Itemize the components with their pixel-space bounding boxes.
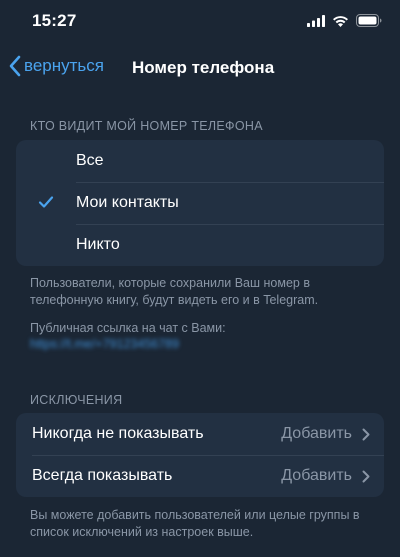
never-show-add-label: Добавить (281, 425, 352, 442)
always-show-row[interactable]: Всегда показывать Добавить (16, 455, 384, 497)
public-link-label: Публичная ссылка на чат с Вами: (30, 321, 226, 335)
option-nobody[interactable]: Никто (16, 224, 384, 266)
never-show-row[interactable]: Никогда не показывать Добавить (16, 413, 384, 455)
option-everyone[interactable]: Все (16, 140, 384, 182)
status-time: 15:27 (32, 11, 77, 30)
public-link[interactable]: https://t.me/+79123456789 (30, 337, 179, 351)
visibility-footer-text: Пользователи, которые сохранили Ваш номе… (30, 276, 319, 307)
chevron-right-icon (362, 428, 370, 440)
nav-bar: вернуться Номер телефона (0, 48, 400, 88)
battery-icon (356, 14, 382, 27)
chevron-right-icon (362, 470, 370, 482)
status-bar: 15:27 (0, 0, 400, 44)
chevron-left-icon (9, 55, 21, 77)
checkmark-icon (38, 196, 54, 208)
page-title: Номер телефона (132, 58, 275, 77)
never-show-add[interactable]: Добавить (281, 425, 370, 443)
back-label: вернуться (24, 56, 104, 75)
always-show-add[interactable]: Добавить (281, 467, 370, 485)
visibility-options-group: Все Мои контакты Никто (16, 140, 384, 266)
back-button[interactable]: вернуться (8, 55, 104, 77)
exceptions-footer-text: Вы можете добавить пользователей или цел… (30, 508, 360, 539)
always-show-label: Всегда показывать (32, 467, 173, 484)
option-everyone-label: Все (76, 152, 104, 169)
exceptions-section-header: ИСКЛЮЧЕНИЯ (30, 393, 123, 407)
option-my-contacts[interactable]: Мои контакты (16, 182, 384, 224)
exceptions-group: Никогда не показывать Добавить Всегда по… (16, 413, 384, 497)
option-nobody-label: Никто (76, 236, 120, 253)
cellular-signal-icon (307, 14, 325, 27)
status-icons (307, 14, 382, 27)
option-my-contacts-label: Мои контакты (76, 194, 179, 211)
wifi-icon (333, 15, 348, 27)
visibility-section-header: КТО ВИДИТ МОЙ НОМЕР ТЕЛЕФОНА (30, 119, 263, 133)
never-show-label: Никогда не показывать (32, 425, 204, 442)
always-show-add-label: Добавить (281, 467, 352, 484)
